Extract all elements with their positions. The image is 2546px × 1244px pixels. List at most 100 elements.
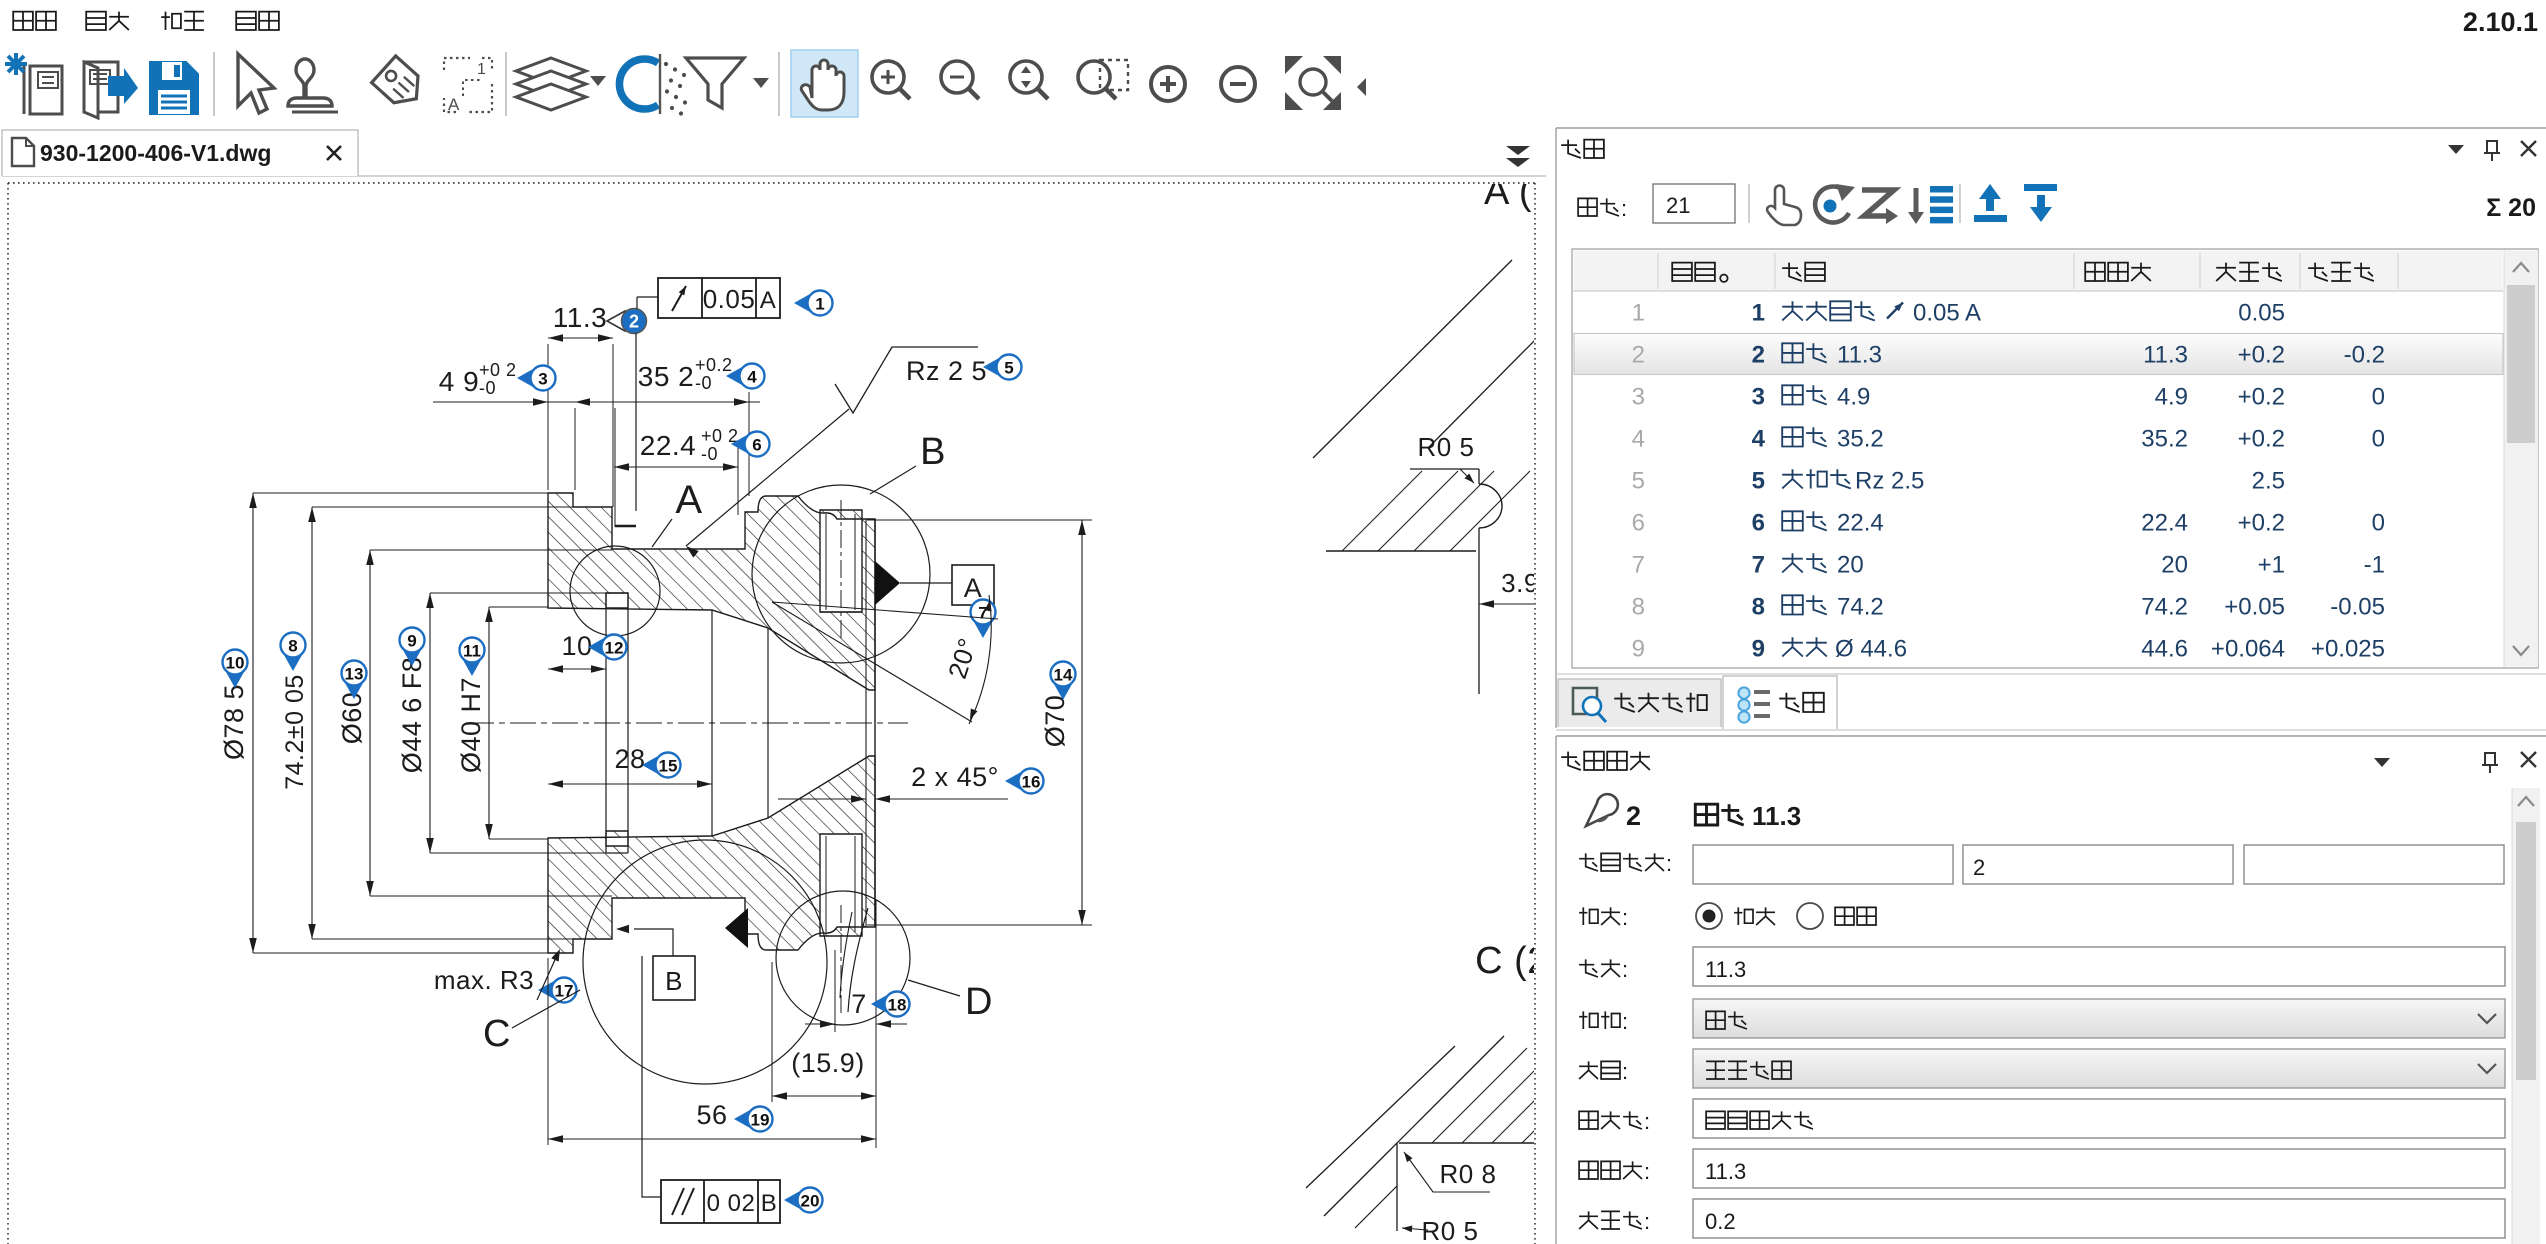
svg-text:-0.05: -0.05 xyxy=(2330,594,2385,621)
svg-text:+0.2: +0.2 xyxy=(2238,342,2285,369)
svg-text:5: 5 xyxy=(1004,359,1013,378)
svg-text:20: 20 xyxy=(801,1192,820,1211)
svg-text:20: 20 xyxy=(2161,552,2188,579)
svg-text:9: 9 xyxy=(1752,636,1765,663)
svg-text:4 9: 4 9 xyxy=(439,366,479,397)
svg-text:11.3: 11.3 xyxy=(2143,342,2188,369)
svg-text:2.10.1: 2.10.1 xyxy=(2463,7,2538,37)
svg-text:D: D xyxy=(965,981,993,1023)
svg-text:R0 5: R0 5 xyxy=(1422,1216,1479,1244)
svg-text:Σ 20: Σ 20 xyxy=(2486,194,2536,222)
svg-text:4.9: 4.9 xyxy=(1837,384,1870,411)
svg-text:44.6: 44.6 xyxy=(2141,636,2188,663)
svg-text:0.2: 0.2 xyxy=(1705,1209,1736,1234)
svg-text:7: 7 xyxy=(851,989,867,1019)
svg-text:35 2: 35 2 xyxy=(638,361,695,392)
svg-text:8: 8 xyxy=(288,637,297,656)
svg-text:R0 8: R0 8 xyxy=(1440,1159,1497,1189)
svg-text:0: 0 xyxy=(2372,384,2385,411)
svg-text:(15.9): (15.9) xyxy=(791,1048,865,1078)
svg-text:22.4: 22.4 xyxy=(640,430,697,461)
svg-text::: : xyxy=(1621,196,1627,221)
svg-text:3.9: 3.9 xyxy=(1501,568,1539,598)
svg-text:2: 2 xyxy=(1973,855,1985,880)
svg-text:max. R3: max. R3 xyxy=(434,965,534,995)
svg-text:18: 18 xyxy=(888,996,907,1015)
svg-text:6: 6 xyxy=(752,436,761,455)
svg-text::: : xyxy=(1644,1109,1650,1134)
svg-text:+1: +1 xyxy=(2258,552,2285,579)
svg-text:15: 15 xyxy=(659,757,678,776)
svg-text:Ø60: Ø60 xyxy=(337,692,367,745)
svg-text:Ø78 5: Ø78 5 xyxy=(219,684,249,760)
svg-text:4: 4 xyxy=(1632,426,1645,453)
svg-text::: : xyxy=(1622,1059,1628,1084)
svg-text:B: B xyxy=(665,966,683,996)
svg-text:35.2: 35.2 xyxy=(1837,426,1884,453)
svg-text:17: 17 xyxy=(555,982,574,1001)
svg-text:12: 12 xyxy=(605,639,624,658)
svg-text:22.4: 22.4 xyxy=(1837,510,1884,537)
svg-text:7: 7 xyxy=(1632,552,1645,579)
svg-text:9: 9 xyxy=(1632,636,1645,663)
svg-text::: : xyxy=(1622,1009,1628,1034)
svg-text:5: 5 xyxy=(1632,468,1645,495)
svg-text:C: C xyxy=(483,1013,511,1055)
svg-text:4: 4 xyxy=(1752,426,1766,453)
svg-text:+0.025: +0.025 xyxy=(2311,636,2385,663)
svg-text:11.3: 11.3 xyxy=(553,302,607,333)
svg-text:1: 1 xyxy=(1752,300,1765,327)
svg-text::: : xyxy=(1666,851,1672,876)
svg-text:Rz 2 5: Rz 2 5 xyxy=(906,356,987,386)
svg-text:+0.2: +0.2 xyxy=(695,355,733,375)
svg-text:+0.05: +0.05 xyxy=(2224,594,2285,621)
svg-text:9: 9 xyxy=(407,632,416,651)
svg-text:0.05: 0.05 xyxy=(2238,300,2285,327)
svg-text:Rz 2.5: Rz 2.5 xyxy=(1855,468,1924,495)
svg-text:11.3: 11.3 xyxy=(1752,801,1801,831)
svg-text:7: 7 xyxy=(1752,552,1765,579)
svg-text:A: A xyxy=(448,95,460,114)
svg-text:4: 4 xyxy=(747,368,757,387)
svg-text:-0: -0 xyxy=(701,444,718,464)
svg-text:11.3: 11.3 xyxy=(1705,1159,1746,1184)
svg-text:74.2: 74.2 xyxy=(1837,594,1884,621)
svg-text:10: 10 xyxy=(226,654,245,673)
svg-text:R0 5: R0 5 xyxy=(1418,432,1475,462)
svg-text::: : xyxy=(1644,1159,1650,1184)
svg-text:11.3: 11.3 xyxy=(1705,957,1746,982)
svg-text:16: 16 xyxy=(1022,773,1041,792)
svg-text:2.5: 2.5 xyxy=(2252,468,2285,495)
svg-text:3: 3 xyxy=(538,370,547,389)
svg-text:+0.2: +0.2 xyxy=(2238,510,2285,537)
svg-text::: : xyxy=(1622,957,1628,982)
svg-text:28: 28 xyxy=(614,744,645,774)
svg-text:B: B xyxy=(920,431,946,473)
svg-text:1: 1 xyxy=(477,61,486,78)
svg-text:+0.2: +0.2 xyxy=(2238,384,2285,411)
svg-text:0: 0 xyxy=(2372,426,2385,453)
svg-text:3: 3 xyxy=(1752,384,1765,411)
svg-text:6: 6 xyxy=(1752,510,1765,537)
svg-text:3: 3 xyxy=(1632,384,1645,411)
svg-text:Ø 44.6: Ø 44.6 xyxy=(1835,636,1907,663)
svg-text:2 x 45°: 2 x 45° xyxy=(911,762,999,792)
svg-text:0 02: 0 02 xyxy=(707,1190,756,1217)
svg-text:8: 8 xyxy=(1632,594,1645,621)
svg-text:21: 21 xyxy=(1666,193,1690,218)
svg-text:Ø44 6 F8: Ø44 6 F8 xyxy=(397,657,427,774)
svg-text::: : xyxy=(1644,1209,1650,1234)
svg-text:11: 11 xyxy=(463,642,481,661)
svg-text:-0: -0 xyxy=(479,378,496,398)
svg-text:20: 20 xyxy=(1837,552,1864,579)
svg-text:1: 1 xyxy=(815,295,824,314)
svg-text:0.05: 0.05 xyxy=(703,284,756,314)
svg-text:10: 10 xyxy=(561,631,592,661)
svg-text:35.2: 35.2 xyxy=(2141,426,2188,453)
svg-text:930-1200-406-V1.dwg: 930-1200-406-V1.dwg xyxy=(40,140,271,166)
svg-text:2: 2 xyxy=(1632,342,1645,369)
svg-text:6: 6 xyxy=(1632,510,1645,537)
svg-text:74.2: 74.2 xyxy=(2141,594,2188,621)
svg-text:+0 2: +0 2 xyxy=(479,360,517,380)
svg-text:22.4: 22.4 xyxy=(2141,510,2188,537)
